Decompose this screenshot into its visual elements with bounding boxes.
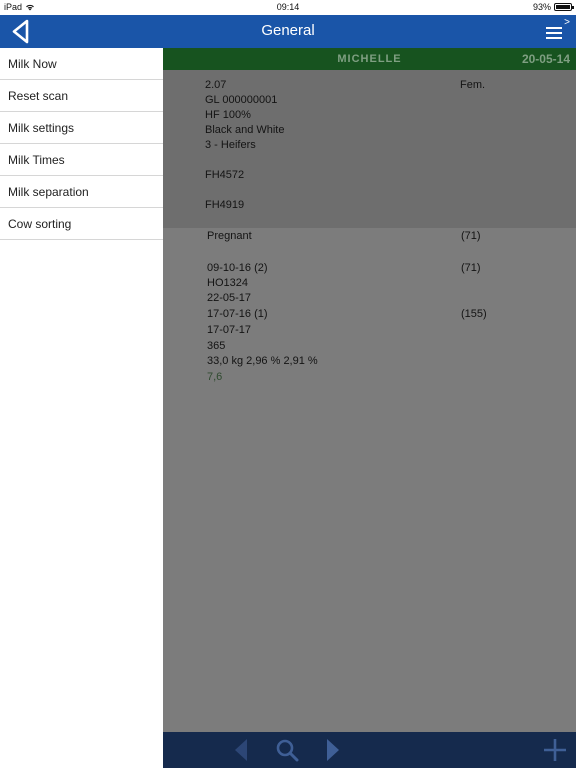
- insem-days: (71): [461, 262, 481, 274]
- cow-color: Black and White: [205, 124, 285, 136]
- clock: 09:14: [276, 2, 300, 12]
- menu-item-milk-now[interactable]: Milk Now: [0, 48, 163, 80]
- dry-date: 17-07-17: [207, 324, 252, 336]
- menu-icon: [546, 27, 562, 29]
- battery-percent: 93%: [532, 2, 551, 12]
- page-title: General: [261, 22, 315, 39]
- expected-date: 22-05-17: [207, 292, 252, 304]
- nav-bar: General >: [0, 15, 576, 48]
- menu-item-milk-separation[interactable]: Milk separation: [0, 176, 163, 208]
- cow-date: 20-05-14: [521, 52, 570, 66]
- bull-code: HO1324: [207, 277, 248, 289]
- cow-code-2: FH4919: [205, 199, 245, 211]
- previous-icon[interactable]: [233, 738, 249, 762]
- side-menu: Milk Now Reset scan Milk settings Milk T…: [0, 48, 164, 768]
- cow-group: 3 - Heifers: [205, 139, 256, 151]
- menu-button[interactable]: >: [546, 17, 570, 43]
- status-bar: iPad 09:14 93%: [0, 0, 576, 15]
- add-icon[interactable]: [543, 738, 567, 762]
- cow-detail-panel: MICHELLE 20-05-14 2.07 Fem. GL 000000001…: [163, 48, 576, 768]
- cow-id: GL 000000001: [205, 94, 278, 106]
- cow-number: 2.07: [205, 79, 227, 91]
- battery-icon: [554, 3, 574, 11]
- menu-item-cow-sorting[interactable]: Cow sorting: [0, 208, 163, 240]
- menu-item-reset-scan[interactable]: Reset scan: [0, 80, 163, 112]
- lactation-days: 365: [207, 340, 226, 352]
- cow-name: MICHELLE: [337, 53, 402, 65]
- cow-sex: Fem.: [460, 79, 486, 91]
- chevron-right-icon: >: [564, 17, 570, 28]
- search-icon[interactable]: [275, 738, 299, 762]
- extra-value: 7,6: [207, 371, 223, 383]
- insem-date: 09-10-16 (2): [207, 262, 268, 274]
- cow-header: MICHELLE 20-05-14: [163, 48, 576, 70]
- milk-yield: 33,0 kg 2,96 % 2,91 %: [207, 355, 318, 367]
- calving-date: 17-07-16 (1): [207, 308, 268, 320]
- menu-item-milk-times[interactable]: Milk Times: [0, 144, 163, 176]
- cow-breed: HF 100%: [205, 109, 251, 121]
- menu-item-milk-settings[interactable]: Milk settings: [0, 112, 163, 144]
- repro-status: Pregnant: [207, 230, 252, 242]
- cow-code-1: FH4572: [205, 169, 245, 181]
- bottom-toolbar: [163, 732, 576, 768]
- calving-days: (155): [461, 308, 487, 320]
- next-icon[interactable]: [325, 738, 341, 762]
- repro-status-days: (71): [461, 230, 481, 242]
